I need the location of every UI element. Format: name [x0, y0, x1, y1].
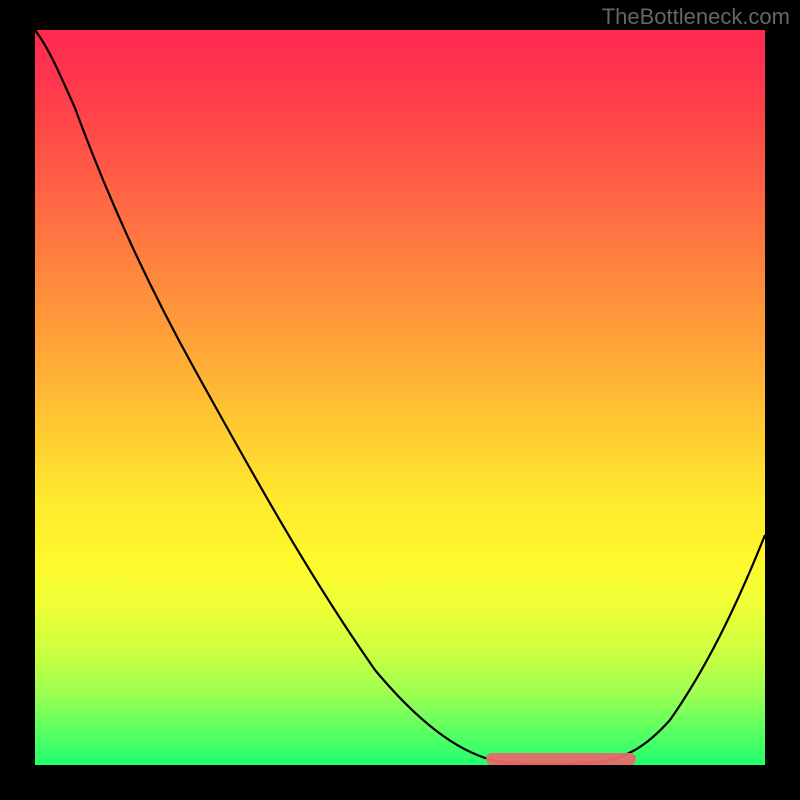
- watermark-text: TheBottleneck.com: [602, 4, 790, 30]
- curve-svg: [35, 30, 765, 765]
- curve-path: [35, 30, 765, 764]
- bottleneck-highlight-band: [486, 753, 636, 765]
- chart-plot-area: [35, 30, 765, 765]
